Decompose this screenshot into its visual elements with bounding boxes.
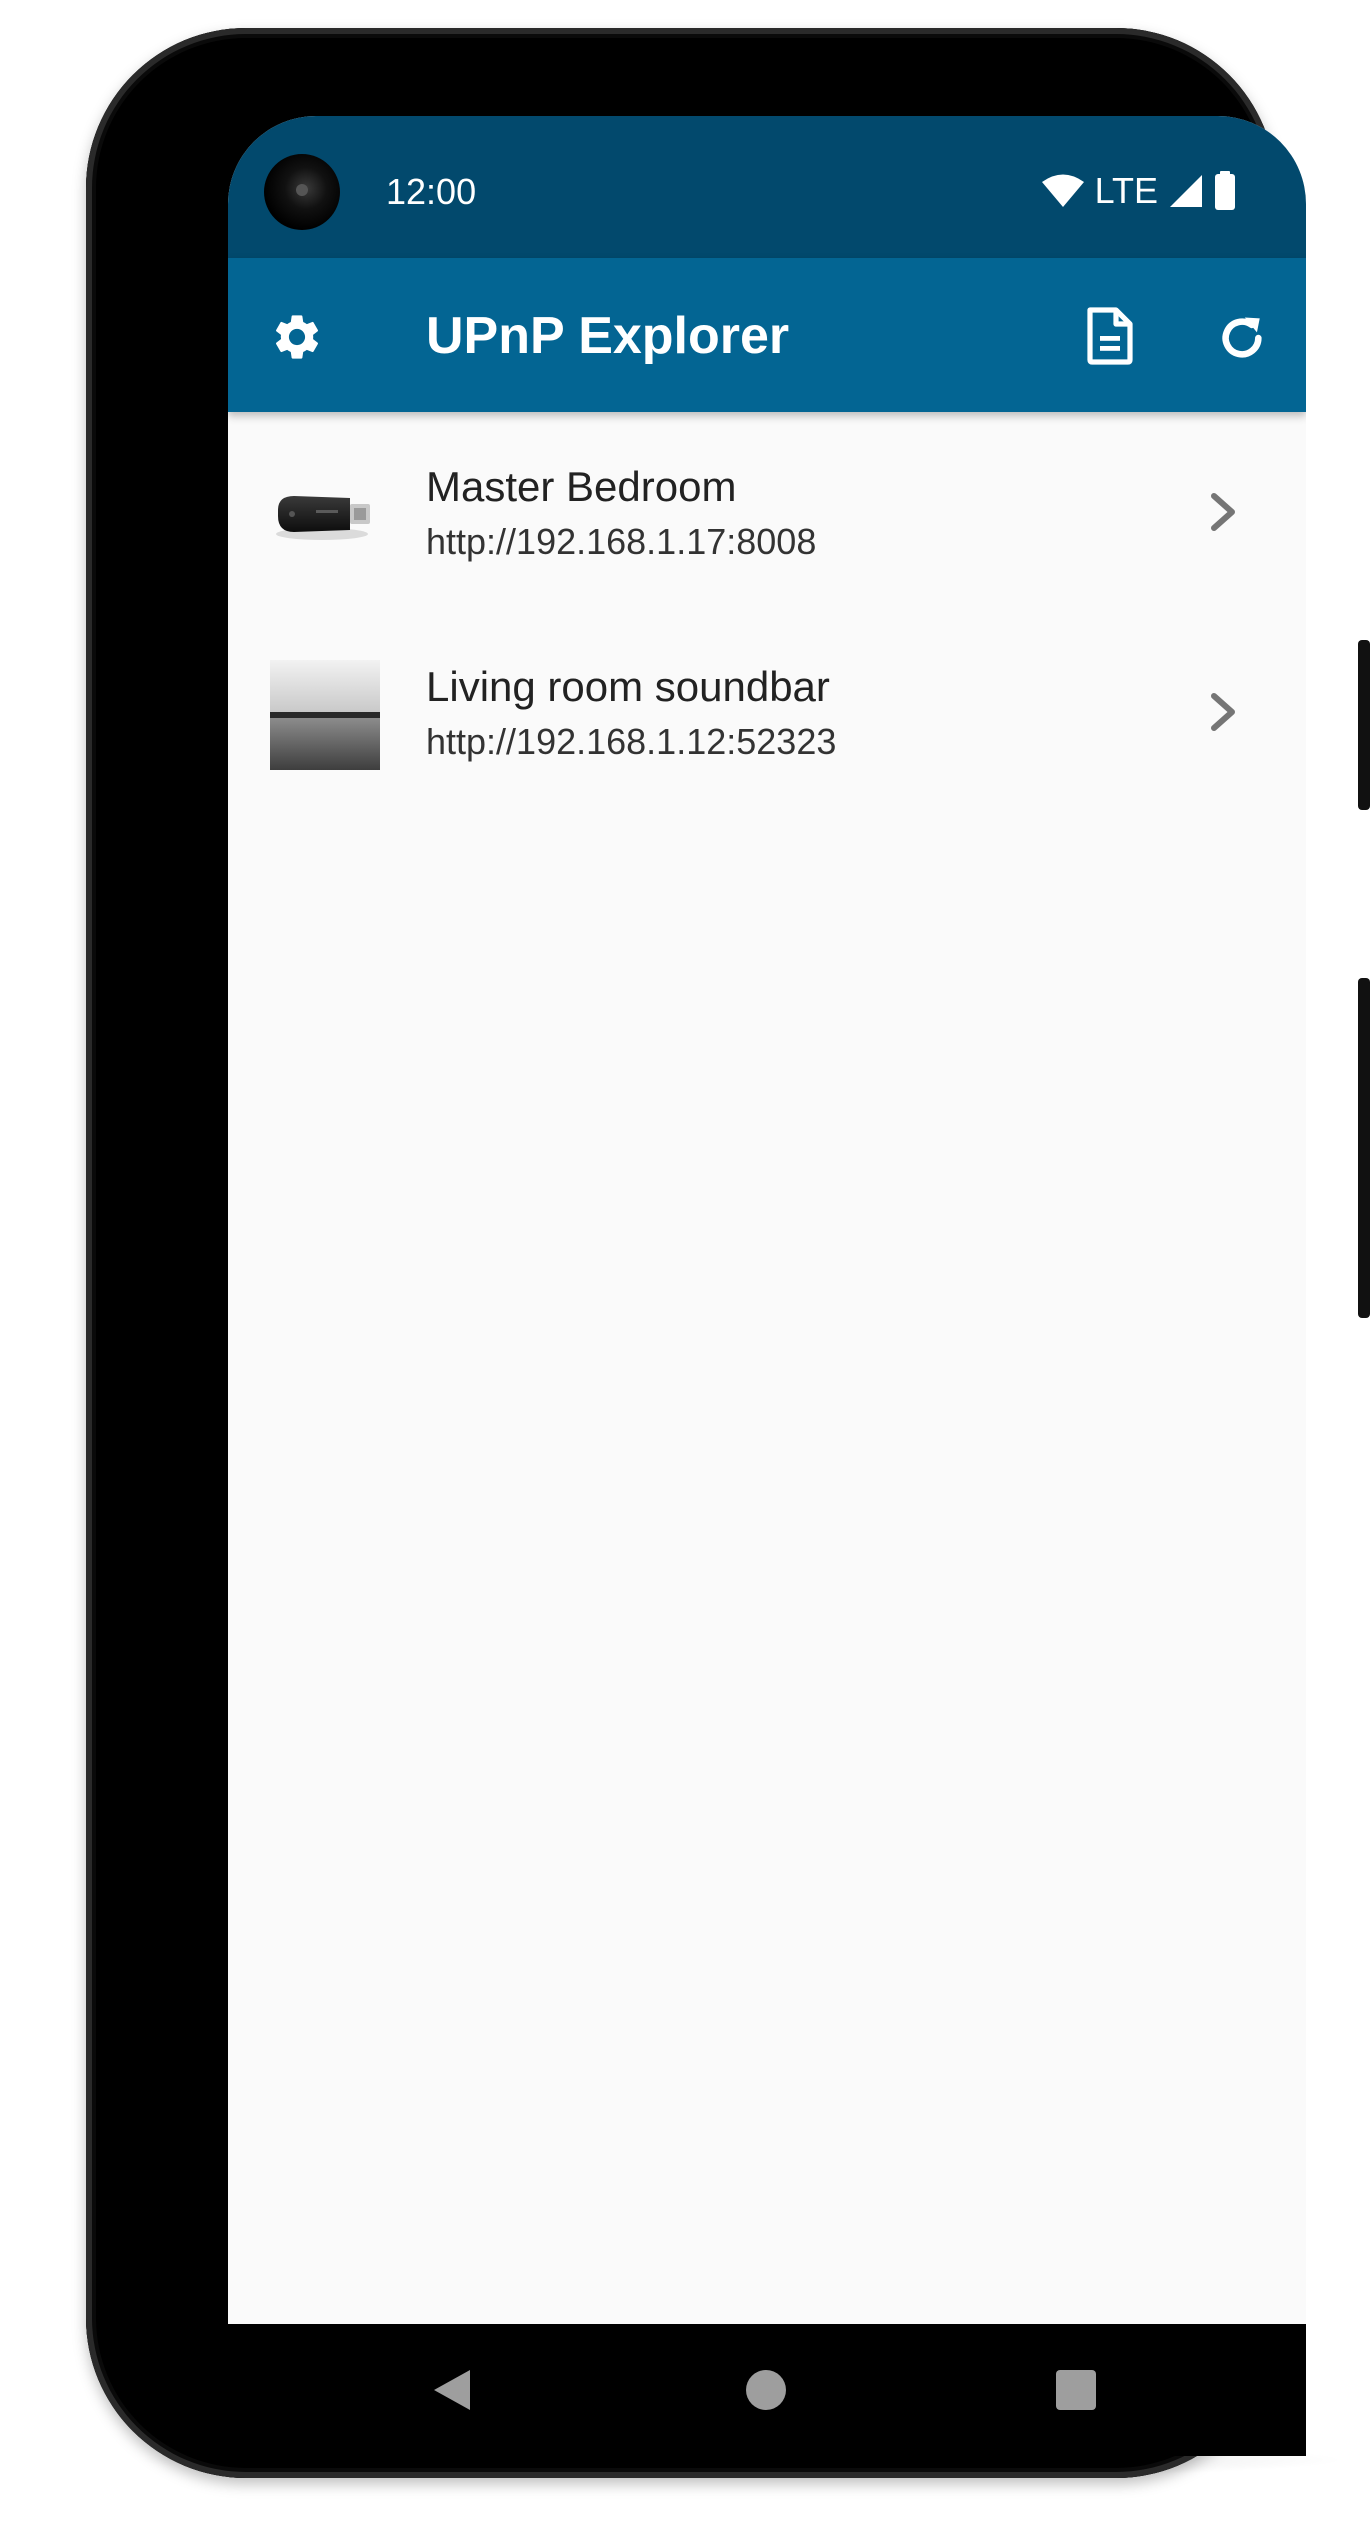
refresh-icon (1222, 317, 1262, 358)
front-camera (264, 154, 340, 230)
status-icons: LTE (1041, 168, 1236, 214)
wifi-icon (1041, 174, 1084, 207)
status-time: 12:00 (386, 171, 477, 212)
device-url: http://192.168.1.17:8008 (426, 521, 817, 562)
device-list-item[interactable]: Living room soundbar http://192.168.1.12… (228, 612, 1306, 812)
chevron-right-icon (1211, 693, 1235, 731)
device-name: Living room soundbar (426, 663, 830, 710)
recents-icon[interactable] (1056, 2370, 1096, 2410)
refresh-button[interactable] (1214, 310, 1270, 366)
device-url: http://192.168.1.12:52323 (426, 721, 837, 762)
device-list: Master Bedroom http://192.168.1.17:8008 (228, 412, 1306, 812)
settings-icon (275, 315, 319, 359)
log-button[interactable] (1082, 306, 1138, 366)
phone-body: 12:00 LTE UPnP Explorer Master Bedroom h… (86, 28, 1370, 2478)
chevron-right-icon (1211, 493, 1235, 531)
device-frame: 12:00 LTE UPnP Explorer Master Bedroom h… (0, 0, 1370, 2534)
device-name: Master Bedroom (426, 463, 737, 510)
home-icon[interactable] (746, 2370, 786, 2410)
battery-icon (1215, 171, 1235, 210)
app-title: UPnP Explorer (426, 307, 790, 365)
status-bar: 12:00 LTE (228, 116, 1306, 258)
soundbar-device-thumbnail (270, 660, 380, 770)
app-bar: UPnP Explorer (228, 258, 1306, 412)
back-icon[interactable] (430, 2366, 474, 2414)
power-button (1358, 640, 1370, 810)
network-type-label: LTE (1094, 170, 1158, 211)
cellular-signal-icon (1170, 175, 1202, 207)
screen: 12:00 LTE UPnP Explorer Master Bedroom h… (228, 116, 1306, 2456)
navigation-bar (228, 2324, 1306, 2456)
chromecast-device-thumbnail (276, 496, 370, 540)
document-icon (1087, 307, 1133, 365)
settings-button[interactable] (270, 310, 324, 364)
volume-button (1358, 978, 1370, 1318)
device-list-item[interactable]: Master Bedroom http://192.168.1.17:8008 (228, 412, 1306, 612)
